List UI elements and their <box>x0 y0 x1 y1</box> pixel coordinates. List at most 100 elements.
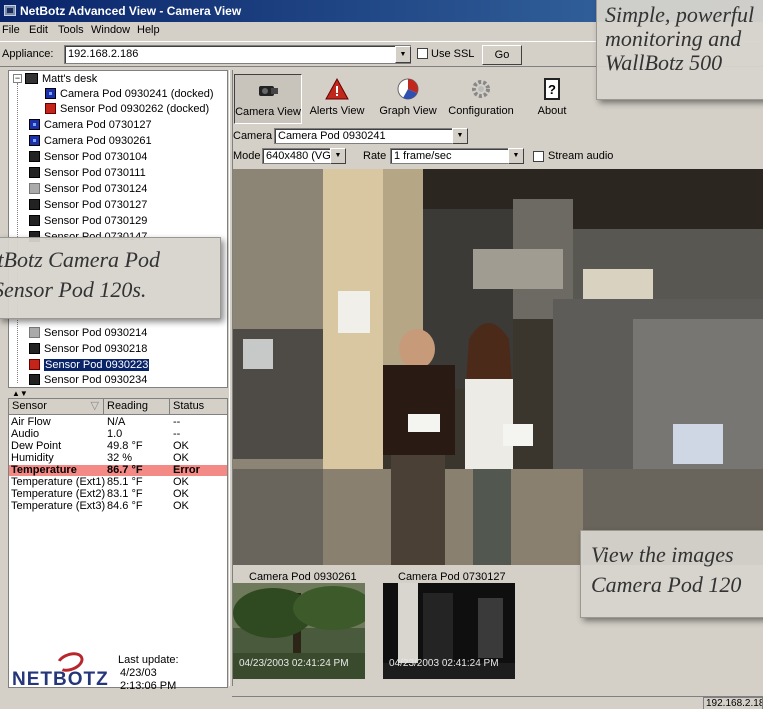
caption-line: Camera Pod 120 <box>591 572 742 597</box>
gear-icon <box>469 77 493 101</box>
sensor-pod-alert-icon <box>29 359 40 370</box>
tree-item[interactable]: Camera Pod 0930241 (docked) <box>45 87 213 102</box>
sensor-pod-icon <box>29 374 40 385</box>
camera-icon <box>256 78 280 102</box>
tree-item-label: Sensor Pod 0930234 <box>44 374 148 386</box>
caption-left: NetBotz Camera Pod Sensor Pod 120s. <box>0 237 221 319</box>
status-ip: 192.168.2.186 <box>703 697 763 709</box>
camera-label: Camera <box>233 130 273 142</box>
tree-item[interactable]: Sensor Pod 0730104 <box>29 150 147 165</box>
caption-line: Simple, powerful <box>605 2 755 27</box>
camera-pod-icon <box>29 119 40 130</box>
table-row[interactable]: Humidity 32 % OK <box>9 453 227 464</box>
svg-text:?: ? <box>548 82 556 97</box>
tree-item[interactable]: Sensor Pod 0730129 <box>29 214 147 229</box>
table-row[interactable]: Temperature (Ext2) 83.1 °F OK <box>9 489 227 500</box>
rate-dropdown-icon[interactable]: ▼ <box>508 148 524 164</box>
tree-root[interactable]: Matt's desk <box>25 72 97 87</box>
netbotz-logo-area: NETBOTZ Last update: 4/23/03 2:13:06 PM <box>8 648 228 696</box>
menu-tools[interactable]: Tools <box>58 24 84 36</box>
camera-video-image <box>233 169 763 565</box>
thumbnail-label: Camera Pod 0930261 <box>249 571 357 583</box>
tree-item[interactable]: Sensor Pod 0730111 <box>29 166 146 181</box>
stream-audio-checkbox[interactable] <box>533 151 544 162</box>
sensor-table: Sensor ▽ Reading Status Air Flow N/A -- Aud… <box>8 398 228 688</box>
table-row[interactable]: Audio 1.0 -- <box>9 429 227 440</box>
menu-edit[interactable]: Edit <box>29 24 48 36</box>
about-button[interactable]: ? About <box>520 74 584 124</box>
tree-item-label: Sensor Pod 0730127 <box>44 199 148 211</box>
appliance-dropdown-icon[interactable]: ▼ <box>395 46 411 63</box>
splitter-arrows-icon[interactable]: ▲▼ <box>12 389 28 398</box>
caption-line: NetBotz Camera Pod <box>0 247 160 272</box>
go-button[interactable]: Go <box>482 45 522 65</box>
alerts-view-button[interactable]: Alerts View <box>304 74 370 124</box>
column-sensor[interactable]: Sensor ▽ <box>9 399 104 415</box>
thumbnail-timestamp: 04/23/2003 02:41:24 PM <box>389 658 499 669</box>
tree-item[interactable]: Camera Pod 0730127 <box>29 118 152 133</box>
mode-dropdown-icon[interactable]: ▼ <box>330 148 346 164</box>
last-update: Last update: 4/23/03 2:13:06 PM <box>118 654 179 693</box>
sensor-pod-icon <box>29 343 40 354</box>
table-row-error[interactable]: Temperature 86.7 °F Error <box>9 465 227 476</box>
table-row[interactable]: Air Flow N/A -- <box>9 417 227 428</box>
camera-thumbnail[interactable]: 04/23/2003 02:41:24 PM <box>233 583 365 679</box>
appliance-input[interactable]: 192.168.2.186 <box>64 45 411 64</box>
sensor-table-header: Sensor ▽ Reading Status <box>9 399 227 415</box>
tree-item[interactable]: Sensor Pod 0930214 <box>29 326 147 341</box>
tree-item[interactable]: Camera Pod 0930261 <box>29 134 152 149</box>
alert-icon <box>325 77 349 101</box>
tree-item-label: Sensor Pod 0930214 <box>44 327 148 339</box>
camera-view-button[interactable]: Camera View <box>234 74 302 124</box>
rate-select[interactable]: 1 frame/sec <box>390 148 520 164</box>
pie-chart-icon <box>396 77 420 101</box>
caption-top-right: Simple, powerful monitoring and WallBotz… <box>596 0 763 100</box>
table-row[interactable]: Temperature (Ext1) 85.1 °F OK <box>9 477 227 488</box>
tree-item-label: Sensor Pod 0730104 <box>44 151 148 163</box>
camera-select[interactable]: Camera Pod 0930241 <box>274 128 456 144</box>
caption-line: WallBotz 500 <box>605 50 723 75</box>
tree-item-selected[interactable]: Sensor Pod 0930223 <box>29 358 150 373</box>
caption-line: monitoring and <box>605 26 742 51</box>
last-update-date: 4/23/03 <box>120 667 157 679</box>
tree-item-label: Camera Pod 0930261 <box>44 135 152 147</box>
sensor-pod-alert-icon <box>45 103 56 114</box>
tree-item[interactable]: Sensor Pod 0930218 <box>29 342 147 357</box>
column-reading[interactable]: Reading <box>104 399 170 415</box>
tree-item-label: Sensor Pod 0930218 <box>44 343 148 355</box>
column-status[interactable]: Status <box>170 399 227 415</box>
app-icon <box>4 5 16 16</box>
tree-item[interactable]: Sensor Pod 0930262 (docked) <box>45 102 209 117</box>
use-ssl-checkbox[interactable] <box>417 48 428 59</box>
menu-help[interactable]: Help <box>137 24 160 36</box>
tree-item[interactable]: Sensor Pod 0730124 <box>29 182 147 197</box>
camera-dropdown-icon[interactable]: ▼ <box>452 128 468 144</box>
sensor-pod-offline-icon <box>29 327 40 338</box>
configuration-button[interactable]: Configuration <box>446 74 516 124</box>
tree-item[interactable]: Sensor Pod 0930234 <box>29 373 148 387</box>
alerts-view-label: Alerts View <box>309 105 365 117</box>
caption-bottom-right: View the images Camera Pod 120 <box>580 530 763 618</box>
appliance-label: Appliance: <box>2 48 54 60</box>
about-label: About <box>537 105 567 117</box>
device-tree[interactable]: − Matt's desk Camera Pod 0930241 (docked… <box>8 70 228 388</box>
tree-item-label: Sensor Pod 0730111 <box>44 167 146 179</box>
table-row[interactable]: Temperature (Ext3) 84.6 °F OK <box>9 501 227 512</box>
app-window: NetBotz Advanced View - Camera View File… <box>0 0 763 709</box>
tree-item-label: Sensor Pod 0730124 <box>44 183 148 195</box>
tree-item[interactable]: Sensor Pod 0730127 <box>29 198 147 213</box>
tree-collapse-icon[interactable]: − <box>13 74 22 83</box>
menu-window[interactable]: Window <box>91 24 130 36</box>
sensor-pod-icon <box>29 167 40 178</box>
mode-select[interactable]: 640x480 (VG... <box>262 148 334 164</box>
table-row[interactable]: Dew Point 49.8 °F OK <box>9 441 227 452</box>
stream-audio-label: Stream audio <box>548 150 614 162</box>
last-update-label: Last update: <box>118 654 179 666</box>
caption-line: Sensor Pod 120s. <box>0 277 147 302</box>
camera-thumbnail[interactable]: 04/23/2003 02:41:24 PM <box>383 583 515 679</box>
configuration-label: Configuration <box>448 105 514 117</box>
menu-file[interactable]: File <box>2 24 20 36</box>
camera-pod-icon <box>45 88 56 99</box>
graph-view-button[interactable]: Graph View <box>372 74 444 124</box>
desk-icon <box>25 73 38 84</box>
